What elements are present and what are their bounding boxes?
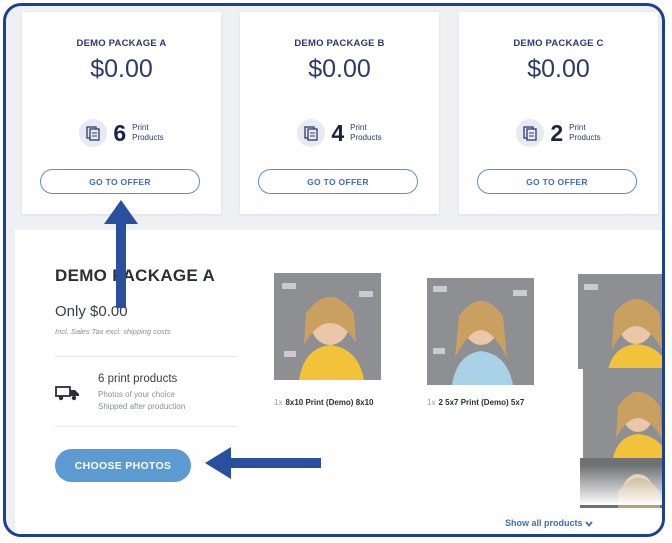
print-count: 4 xyxy=(331,119,345,146)
go-to-offer-button[interactable]: GO TO OFFER xyxy=(258,169,418,194)
print-count-row: 4 Print Products xyxy=(240,119,439,147)
print-count: 2 xyxy=(550,119,564,146)
package-card-b: DEMO PACKAGE B $0.00 4 Print Products GO … xyxy=(240,12,439,214)
screenshot-frame: DEMO PACKAGE A $0.00 6 Print Products GO … xyxy=(3,3,665,537)
tax-note: Incl. Sales Tax excl. shipping costs xyxy=(55,327,171,336)
package-name: DEMO PACKAGE B xyxy=(294,38,385,49)
arrow-up-annotation xyxy=(104,200,138,308)
print-products-icon xyxy=(297,119,326,147)
prints-subtext-2: Shipped after production xyxy=(98,402,186,411)
print-products-icon xyxy=(79,119,108,147)
delivery-truck-icon xyxy=(55,386,79,401)
chevron-down-icon xyxy=(585,521,593,527)
product-caption: 1x 2 5x7 Print (Demo) 5x7 xyxy=(427,398,525,407)
print-count-row: 2 Print Products xyxy=(459,119,658,147)
print-count: 6 xyxy=(113,119,127,146)
go-to-offer-button[interactable]: GO TO OFFER xyxy=(477,169,637,194)
print-products-icon xyxy=(516,119,545,147)
package-price: $0.00 xyxy=(527,55,590,83)
product-caption: 1x 8x10 Print (Demo) 8x10 xyxy=(274,398,374,407)
print-products-count: 6 print products xyxy=(98,373,178,385)
package-price: $0.00 xyxy=(90,55,153,83)
show-all-products-link[interactable]: Show all products xyxy=(505,518,593,528)
print-count-label: Print Products xyxy=(132,123,164,142)
package-card-a: DEMO PACKAGE A $0.00 6 Print Products GO … xyxy=(22,12,221,214)
print-count-label: Print Products xyxy=(350,123,382,142)
divider xyxy=(55,426,237,427)
package-price: $0.00 xyxy=(308,55,371,83)
package-card-c: DEMO PACKAGE C $0.00 2 Print Products GO … xyxy=(459,12,658,214)
choose-photos-button[interactable]: CHOOSE PHOTOS xyxy=(55,449,191,482)
product-photo-8x10[interactable] xyxy=(274,273,381,380)
divider xyxy=(55,356,237,357)
product-photo-stack-2[interactable] xyxy=(583,368,662,458)
print-count-label: Print Products xyxy=(569,123,601,142)
print-count-row: 6 Print Products xyxy=(22,119,221,147)
product-photo-stack-1[interactable] xyxy=(578,274,662,369)
product-photo-5x7[interactable] xyxy=(427,278,534,385)
prints-subtext-1: Photos of your choice xyxy=(98,390,175,399)
package-name: DEMO PACKAGE A xyxy=(76,38,167,49)
arrow-left-annotation xyxy=(205,447,321,479)
go-to-offer-button[interactable]: GO TO OFFER xyxy=(40,169,200,194)
package-name: DEMO PACKAGE C xyxy=(513,38,604,49)
